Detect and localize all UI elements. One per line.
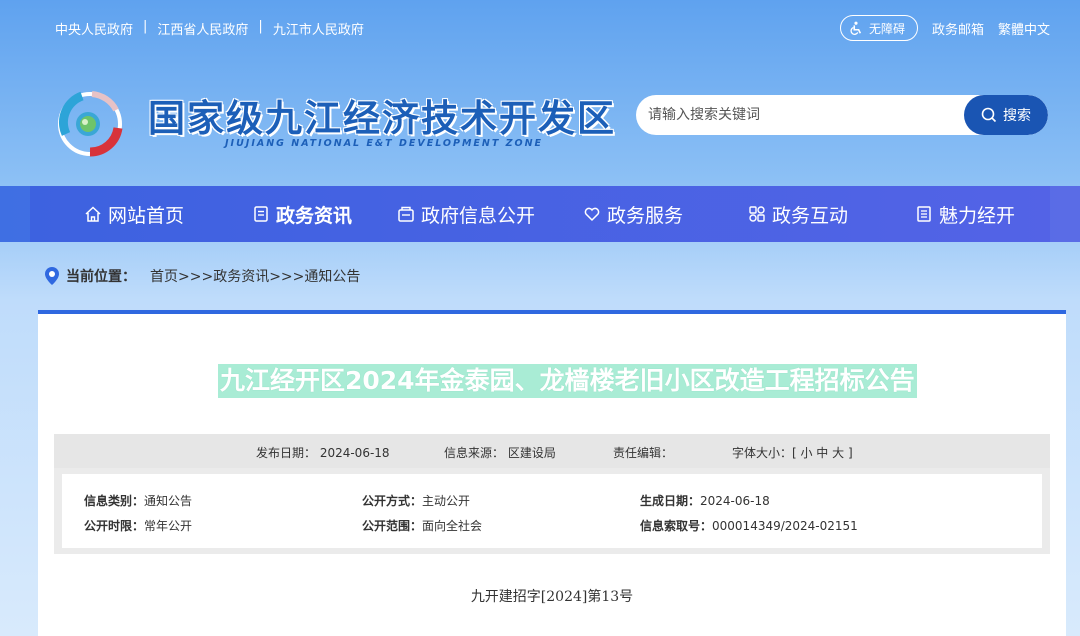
info-category-label: 信息类别： bbox=[84, 494, 145, 508]
info-scope-label: 公开范围： bbox=[362, 519, 423, 533]
nav-item-label: 政府信息公开 bbox=[421, 204, 536, 227]
info-gen-date-label: 生成日期： bbox=[640, 494, 701, 508]
info-gen-date-value: 2024-06-18 bbox=[700, 494, 770, 508]
link-jiangxi-gov[interactable]: 江西省人民政府 bbox=[157, 19, 248, 38]
article-panel: 九江经开区2024年金泰园、龙樯楼老旧小区改造工程招标公告 发布日期： 2024… bbox=[38, 310, 1066, 636]
link-jiujiang-gov[interactable]: 九江市人民政府 bbox=[273, 19, 364, 38]
search-button-label: 搜索 bbox=[1003, 108, 1031, 124]
nav-item-home[interactable]: 网站首页 bbox=[84, 186, 184, 242]
nav-item-label: 网站首页 bbox=[108, 204, 185, 227]
link-central-gov[interactable]: 中央人民政府 bbox=[55, 19, 133, 38]
list-icon bbox=[917, 206, 931, 222]
breadcrumb-path[interactable]: 首页>>>政务资讯>>>通知公告 bbox=[150, 266, 360, 286]
info-index-label: 信息索取号： bbox=[640, 519, 713, 533]
inbox-icon bbox=[398, 206, 414, 222]
location-pin-icon bbox=[45, 267, 59, 285]
top-bar: 中央人民政府 | 江西省人民政府 | 九江市人民政府 无障碍 政务邮箱 繁體中文 bbox=[0, 0, 1080, 54]
breadcrumb: 当前位置： 首页>>>政务资讯>>>通知公告 bbox=[44, 266, 360, 286]
nav-item-label: 政务互动 bbox=[772, 204, 849, 227]
info-period-value: 常年公开 bbox=[144, 519, 193, 533]
accessibility-button[interactable]: 无障碍 bbox=[839, 15, 918, 41]
info-gen-date: 生成日期：2024-06-18 bbox=[640, 492, 770, 509]
main-nav-bar: 网站首页 政务资讯 政府信息公开 政务服务 政务互动 魅力经开 bbox=[30, 186, 1050, 242]
info-category: 信息类别：通知公告 bbox=[84, 492, 192, 509]
search-button[interactable]: 搜索 bbox=[964, 95, 1048, 135]
site-logo[interactable] bbox=[52, 84, 128, 160]
info-index: 信息索取号：000014349/2024-02151 bbox=[640, 517, 858, 534]
info-method: 公开方式：主动公开 bbox=[362, 492, 470, 509]
info-scope: 公开范围：面向全社会 bbox=[362, 517, 482, 534]
top-links: 中央人民政府 | 江西省人民政府 | 九江市人民政府 bbox=[55, 19, 364, 38]
info-source: 信息来源： 区建设局 bbox=[444, 446, 556, 460]
info-scope-value: 面向全社会 bbox=[422, 519, 483, 533]
top-right-tools: 无障碍 政务邮箱 繁體中文 bbox=[839, 15, 1050, 41]
info-table: 信息类别：通知公告 公开方式：主动公开 生成日期：2024-06-18 公开时限… bbox=[54, 468, 1050, 554]
nav-item-label: 魅力经开 bbox=[939, 204, 1016, 227]
info-period-label: 公开时限： bbox=[84, 519, 145, 533]
site-title: 国家级九江经济技术开发区 bbox=[148, 97, 616, 140]
info-method-value: 主动公开 bbox=[422, 494, 471, 508]
nav-item-interaction[interactable]: 政务互动 bbox=[748, 186, 848, 242]
nav-item-label: 政务服务 bbox=[607, 204, 684, 227]
traditional-chinese-link[interactable]: 繁體中文 bbox=[998, 19, 1050, 38]
nav-item-charm[interactable]: 魅力经开 bbox=[915, 186, 1015, 242]
nav-item-info-disclosure[interactable]: 政府信息公开 bbox=[397, 186, 535, 242]
responsible-editor: 责任编辑： bbox=[613, 446, 674, 460]
article-title: 九江经开区2024年金泰园、龙樯楼老旧小区改造工程招标公告 bbox=[218, 364, 917, 398]
search-icon bbox=[981, 107, 997, 123]
info-category-value: 通知公告 bbox=[144, 494, 193, 508]
info-method-label: 公开方式： bbox=[362, 494, 423, 508]
publish-date: 发布日期： 2024-06-18 bbox=[256, 446, 390, 460]
breadcrumb-label: 当前位置： bbox=[66, 269, 136, 285]
site-subtitle: JIUJIANG NATIONAL E&T DEVELOPMENT ZONE bbox=[225, 138, 544, 149]
nav-item-label: 政务资讯 bbox=[276, 204, 353, 227]
info-table-inner: 信息类别：通知公告 公开方式：主动公开 生成日期：2024-06-18 公开时限… bbox=[62, 474, 1042, 548]
article-meta-bar: 发布日期： 2024-06-18 信息来源： 区建设局 责任编辑： 字体大小：[… bbox=[54, 434, 1050, 468]
info-period: 公开时限：常年公开 bbox=[84, 517, 192, 534]
info-index-value: 000014349/2024-02151 bbox=[712, 519, 858, 533]
search-box: 搜索 bbox=[636, 95, 1048, 135]
font-size-switcher[interactable]: 字体大小：[ 小 中 大 ] bbox=[732, 444, 853, 461]
document-number: 九开建招字[2024]第13号 bbox=[470, 589, 634, 605]
document-icon bbox=[254, 206, 268, 222]
separator: | bbox=[143, 19, 148, 34]
wheelchair-icon bbox=[850, 21, 862, 35]
mailbox-link[interactable]: 政务邮箱 bbox=[932, 19, 984, 38]
search-input[interactable] bbox=[648, 95, 968, 135]
home-icon bbox=[85, 206, 101, 222]
accessibility-label: 无障碍 bbox=[868, 21, 905, 36]
nav-item-news[interactable]: 政务资讯 bbox=[252, 186, 352, 242]
nav-item-services[interactable]: 政务服务 bbox=[583, 186, 683, 242]
interact-icon bbox=[749, 206, 765, 222]
site-header: 国家级九江经济技术开发区 JIUJIANG NATIONAL E&T DEVEL… bbox=[0, 54, 1080, 186]
main-nav: 网站首页 政务资讯 政府信息公开 政务服务 政务互动 魅力经开 bbox=[0, 186, 1080, 242]
heart-icon bbox=[584, 207, 600, 222]
separator: | bbox=[258, 19, 263, 34]
